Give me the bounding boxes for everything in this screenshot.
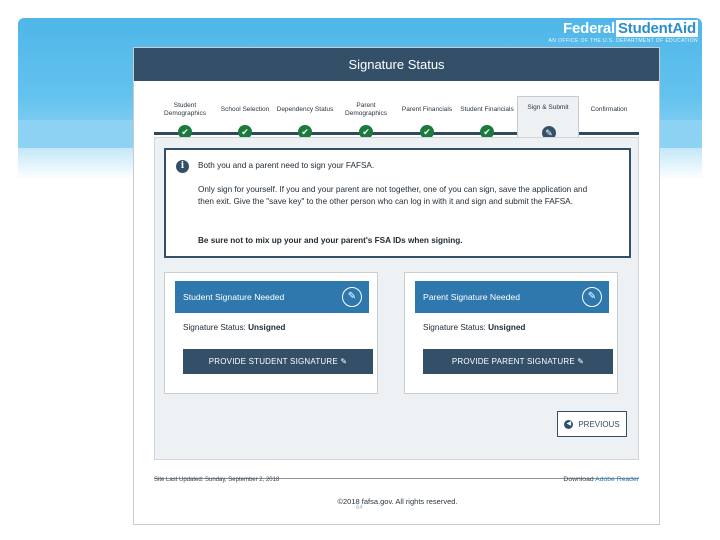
pen-icon: ✎: [342, 287, 362, 307]
slide-page-number: 64: [356, 505, 363, 511]
previous-button[interactable]: ◀ PREVIOUS: [557, 411, 627, 437]
page-title: Signature Status: [348, 57, 445, 72]
student-signature-status: Signature Status: Unsigned: [183, 323, 286, 332]
parent-signature-card: Parent Signature Needed ✎ Signature Stat…: [404, 272, 618, 394]
adobe-reader-link[interactable]: Adobe Reader: [595, 476, 639, 483]
provide-parent-signature-button[interactable]: PROVIDE PARENT SIGNATURE ✎: [423, 349, 613, 374]
student-signature-card: Student Signature Needed ✎ Signature Sta…: [164, 272, 378, 394]
federal-student-aid-logo: Federal StudentAid AN OFFICE OF THE U.S. …: [548, 20, 698, 44]
student-signature-heading: Student Signature Needed ✎: [175, 281, 369, 313]
content-panel: i Both you and a parent need to sign you…: [154, 137, 639, 460]
copyright: ©2018 fafsa.gov. All rights reserved.: [337, 497, 458, 506]
tab-sign-and-submit[interactable]: Sign & Submit ✎: [517, 96, 579, 141]
info-icon: i: [176, 160, 189, 173]
info-notice: i Both you and a parent need to sign you…: [164, 148, 631, 258]
provide-student-signature-button[interactable]: PROVIDE STUDENT SIGNATURE ✎: [183, 349, 373, 374]
parent-signature-heading: Parent Signature Needed ✎: [415, 281, 609, 313]
fafsa-screenshot: Signature Status Student Demographics ✔ …: [133, 47, 660, 525]
pen-icon: ✎: [582, 287, 602, 307]
adobe-download: Download Adobe Reader: [563, 476, 639, 483]
page-header: Signature Status: [134, 48, 659, 81]
parent-signature-status: Signature Status: Unsigned: [423, 323, 526, 332]
last-updated: Site Last Updated: Sunday, September 2, …: [154, 477, 280, 483]
arrow-left-icon: ◀: [564, 419, 574, 429]
